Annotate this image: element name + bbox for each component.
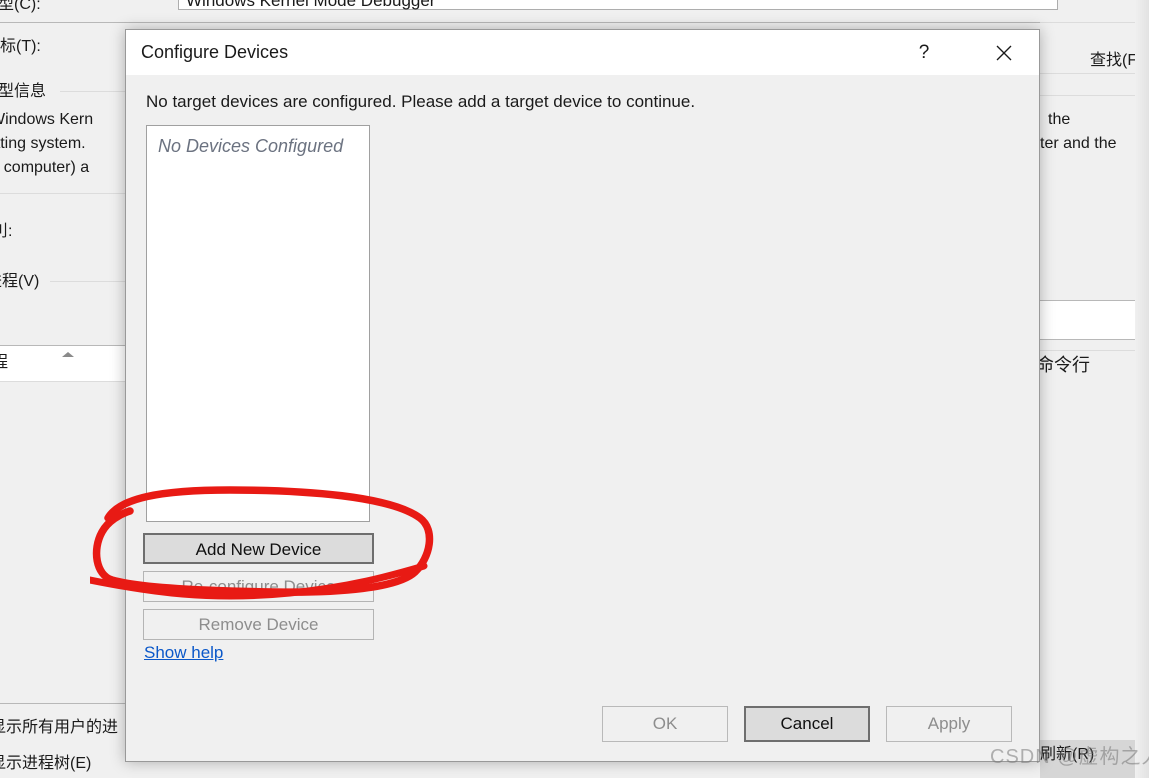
list-header-bottom-border bbox=[0, 381, 125, 382]
re-configure-device-button: Re-configure Device bbox=[143, 571, 374, 602]
dialog-title: Configure Devices bbox=[141, 42, 289, 62]
group-label-type-info: 类型信息 bbox=[0, 83, 47, 100]
background-right-edge-gradient bbox=[1135, 0, 1149, 778]
checkbox-show-all-users-label[interactable]: 显示所有用户的进 bbox=[0, 718, 118, 738]
remove-device-button: Remove Device bbox=[143, 609, 374, 640]
right-separator-3 bbox=[1040, 95, 1149, 96]
description-line-3: et computer) a bbox=[0, 159, 90, 176]
description-line-1: Windows Kern bbox=[0, 111, 94, 128]
background-separator-bottom bbox=[0, 703, 125, 704]
add-new-device-button[interactable]: Add New Device bbox=[143, 533, 374, 564]
help-icon[interactable]: ? bbox=[901, 30, 947, 75]
configure-devices-dialog: Configure Devices ? No target devices ar… bbox=[125, 29, 1040, 762]
label-process-view: 进程(V) bbox=[0, 273, 40, 290]
help-icon-glyph: ? bbox=[918, 41, 930, 63]
label-target: 目标(T): bbox=[0, 38, 41, 55]
right-separator-1 bbox=[1040, 22, 1149, 23]
right-separator-2 bbox=[1040, 73, 1149, 74]
connection-type-combobox-value: Windows Kernel Mode Debugger bbox=[186, 0, 436, 10]
sort-ascending-caret-icon bbox=[62, 352, 74, 357]
close-icon-glyph bbox=[996, 45, 1012, 60]
label-command-line: 命令行 bbox=[1036, 355, 1090, 375]
group-line-type-info bbox=[60, 91, 125, 92]
right-input-field[interactable] bbox=[1040, 301, 1149, 339]
ok-button: OK bbox=[602, 706, 728, 742]
dialog-message: No target devices are configured. Please… bbox=[146, 92, 696, 111]
show-help-link[interactable]: Show help bbox=[144, 643, 223, 663]
right-description-line-2: ter and the bbox=[1040, 135, 1117, 152]
list-header-label: 程 bbox=[0, 354, 9, 371]
label-connection-type: 类型(C): bbox=[0, 0, 41, 13]
right-separator-6 bbox=[1040, 350, 1149, 351]
device-list-box[interactable]: No Devices Configured bbox=[146, 125, 370, 522]
group-line-process bbox=[50, 281, 125, 282]
apply-button: Apply bbox=[886, 706, 1012, 742]
csdn-watermark: CSDN @虚构之人 bbox=[990, 746, 1149, 768]
label-series: 刂: bbox=[0, 223, 13, 240]
cancel-button[interactable]: Cancel bbox=[744, 706, 870, 742]
background-separator-top bbox=[0, 22, 1149, 23]
right-description-line-1: the bbox=[1048, 111, 1071, 128]
close-icon[interactable] bbox=[981, 30, 1027, 75]
right-separator-5 bbox=[1040, 339, 1149, 340]
device-list-empty-text: No Devices Configured bbox=[158, 136, 344, 156]
dialog-titlebar[interactable]: Configure Devices ? bbox=[126, 30, 1039, 75]
background-separator-mid-1 bbox=[0, 193, 125, 194]
description-line-2: rating system. bbox=[0, 135, 86, 152]
checkbox-show-process-tree-label[interactable]: 显示进程树(E) bbox=[0, 754, 91, 774]
